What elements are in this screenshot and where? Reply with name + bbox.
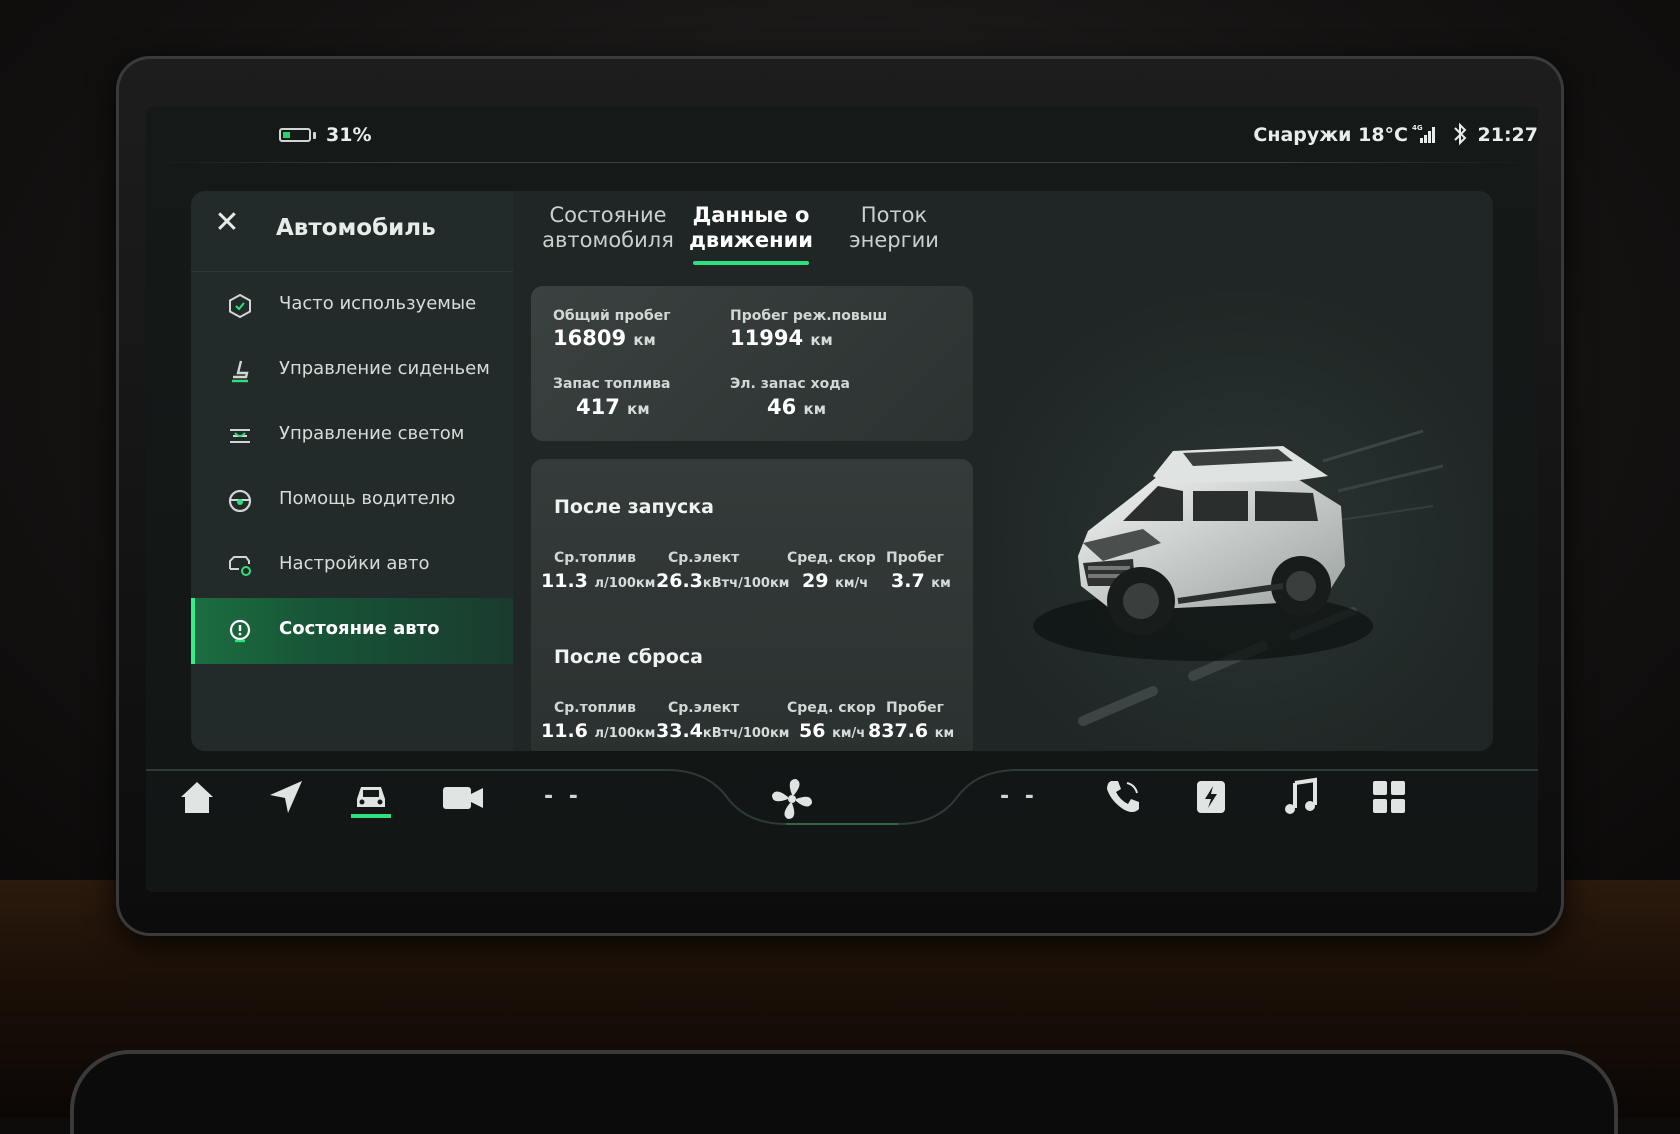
tab-label-line2: движении — [688, 228, 814, 252]
tab-label-line1: Данные о — [692, 203, 810, 227]
tab-energy-flow[interactable]: Поток энергии — [819, 203, 969, 253]
steering-wheel-icon — [227, 488, 253, 514]
trip-cell-value: 837.6 км — [868, 720, 955, 742]
phone-icon[interactable] — [1098, 772, 1148, 824]
trip-section-title: После запуска — [554, 496, 714, 518]
clock: 21:27 — [1477, 124, 1538, 146]
home-icon[interactable] — [172, 772, 222, 824]
tab-label-line1: Поток — [860, 203, 928, 227]
trip-cell-label: Ср.топлив — [554, 550, 636, 566]
tab-label-line1: Состояние — [549, 203, 667, 227]
trip-card: После запуска Ср.топлив 11.3 л/100км Ср.… — [531, 459, 973, 751]
network-type: 4G — [1412, 124, 1423, 132]
camera-icon[interactable] — [436, 772, 486, 824]
sidebar-item-seat-control[interactable]: Управление сиденьем — [191, 338, 513, 404]
sidebar-item-label: Управление сиденьем — [279, 358, 490, 379]
right-temperature[interactable]: - - — [1000, 784, 1038, 809]
trip-cell-value: 29 км/ч — [802, 570, 869, 592]
seat-icon — [227, 358, 253, 384]
fuel-range-label: Запас топлива — [553, 376, 671, 392]
fuel-range-value: 417 км — [576, 395, 650, 419]
sidebar-item-label: Состояние авто — [279, 618, 440, 639]
climate-fan-icon[interactable] — [759, 766, 819, 826]
tab-vehicle-state[interactable]: Состояние автомобиля — [533, 203, 683, 253]
close-icon[interactable]: ✕ — [209, 205, 245, 241]
vehicle-panel: ✕ Автомобиль Часто используемые Управлен… — [191, 191, 1493, 751]
sidebar-item-driver-assist[interactable]: Помощь водителю — [191, 468, 513, 534]
sidebar-item-car-settings[interactable]: Настройки авто — [191, 533, 513, 599]
total-mileage-value: 16809 км — [553, 326, 656, 350]
music-icon[interactable] — [1276, 772, 1326, 824]
battery-percent: 31% — [326, 124, 372, 146]
tab-label-line2: автомобиля — [542, 228, 674, 252]
sidebar: ✕ Автомобиль Часто используемые Управлен… — [191, 191, 513, 751]
sidebar-item-light-control[interactable]: Управление светом — [191, 403, 513, 469]
trip-cell-label: Ср.топлив — [554, 700, 636, 716]
battery-icon — [279, 128, 311, 142]
sidebar-item-frequently-used[interactable]: Часто используемые — [191, 273, 513, 339]
tab-label-line2: энергии — [849, 228, 939, 252]
electric-range-value: 46 км — [767, 395, 826, 419]
vehicle-illustration — [993, 281, 1493, 751]
sidebar-divider — [191, 271, 513, 272]
total-mileage-label: Общий пробег — [553, 308, 671, 324]
headlight-icon — [227, 423, 253, 449]
sidebar-item-label: Управление светом — [279, 423, 465, 444]
car-settings-icon — [227, 553, 253, 579]
electric-range-label: Эл. запас хода — [730, 376, 850, 392]
trip-cell-label: Ср.элект — [668, 550, 740, 566]
status-bar: 31% Снаружи 18°С 4G 21:27 — [146, 106, 1538, 162]
trip-cell-value: 56 км/ч — [799, 720, 866, 742]
summary-card: Общий пробег 16809 км Пробег реж.повыш 1… — [531, 286, 973, 441]
trip-cell-label: Сред. скор — [787, 700, 876, 716]
bluetooth-icon — [1452, 122, 1468, 151]
range-extender-mileage-label: Пробег реж.повыш — [730, 308, 888, 324]
trip-cell-value: 26.3кВтч/100км — [656, 570, 790, 592]
infotainment-screen: 31% Снаружи 18°С 4G 21:27 ✕ Автомобиль Ч… — [146, 106, 1538, 892]
outside-temperature: Снаружи 18°С — [1253, 124, 1408, 146]
bottom-dock: - - - - — [146, 756, 1538, 892]
left-temperature[interactable]: - - — [544, 784, 582, 809]
sidebar-title: Автомобиль — [276, 215, 436, 241]
status-divider — [146, 162, 1538, 163]
tab-driving-data[interactable]: Данные о движении — [676, 203, 826, 253]
charging-icon[interactable] — [1186, 772, 1236, 824]
vehicle-status-icon — [227, 618, 253, 644]
sidebar-item-label: Помощь водителю — [279, 488, 456, 509]
sidebar-item-vehicle-status[interactable]: Состояние авто — [191, 598, 513, 664]
tab-active-indicator — [693, 261, 809, 265]
hexagon-check-icon — [227, 293, 253, 319]
tab-bar: Состояние автомобиля Данные о движении П… — [513, 191, 993, 281]
trip-cell-label: Пробег — [886, 700, 944, 716]
status-right: Снаружи 18°С 4G 21:27 — [1118, 122, 1538, 150]
trip-cell-label: Ср.элект — [668, 700, 740, 716]
sidebar-item-label: Настройки авто — [279, 553, 430, 574]
trip-cell-label: Пробег — [886, 550, 944, 566]
vehicle-icon[interactable] — [346, 770, 396, 822]
apps-grid-icon[interactable] — [1364, 772, 1414, 824]
navigation-icon[interactable] — [261, 772, 311, 824]
sidebar-item-label: Часто используемые — [279, 293, 477, 314]
trip-cell-value: 33.4кВтч/100км — [656, 720, 790, 742]
trip-cell-value: 3.7 км — [891, 570, 951, 592]
trip-cell-label: Сред. скор — [787, 550, 876, 566]
battery-tip — [313, 132, 316, 139]
signal-4g-icon: 4G — [1412, 124, 1438, 144]
air-vent — [70, 1050, 1618, 1134]
range-extender-mileage-value: 11994 км — [730, 326, 833, 350]
trip-cell-value: 11.6 л/100км — [541, 720, 656, 742]
trip-section-title: После сброса — [554, 646, 703, 668]
trip-cell-value: 11.3 л/100км — [541, 570, 656, 592]
